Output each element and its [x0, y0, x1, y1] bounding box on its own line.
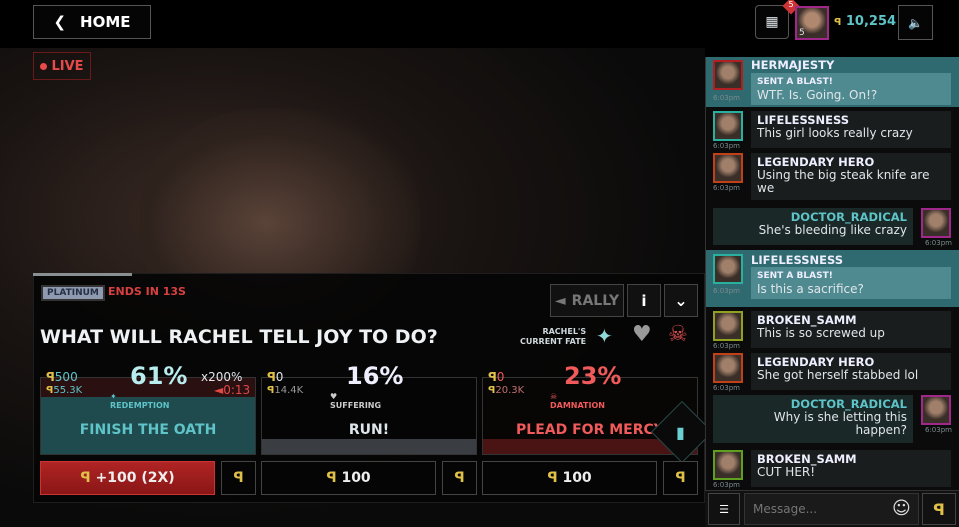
my-bet: ꟼ0 — [267, 370, 284, 384]
collapse-button[interactable]: ⌄ — [664, 284, 698, 317]
bet-button-finish-the-oath[interactable]: ꟼ +100 (2X) — [40, 461, 215, 495]
avatar — [713, 60, 743, 90]
send-coins-button[interactable]: ꟼ — [922, 493, 956, 525]
chat-message: 6:03pm LIFELESSNESS SENT A BLAST! Is this… — [706, 250, 959, 307]
rally-button[interactable]: ◄ RALLY — [550, 284, 624, 317]
skull-icon: ☠ — [668, 322, 688, 347]
skull-icon: ☠ — [550, 392, 558, 401]
my-bet: ꟼ0 — [488, 370, 505, 384]
player-level: 5 — [799, 28, 805, 38]
current-fate-label: RACHEL'S CURRENT FATE — [520, 327, 587, 346]
avatar — [713, 450, 743, 480]
rally-timer: ◄0:13 — [214, 383, 251, 397]
fate-label: ♥ SUFFERING — [330, 392, 382, 410]
chat-message: 6:03pm BROKEN_SAMM This is so screwed up — [706, 311, 959, 351]
chat-bubble-icon: ▮ — [676, 423, 685, 442]
chat-panel[interactable]: 6:03pm HERMAJESTY SENT A BLAST! WTF. Is. … — [705, 57, 959, 527]
poll-timer-bar — [33, 273, 132, 276]
fate-label: ✦ REDEMPTION — [110, 392, 170, 410]
avatar — [921, 208, 951, 238]
home-button[interactable]: ❮ HOME — [33, 5, 151, 39]
chat-message: 6:03pm LEGENDARY HERO Using the big steak… — [706, 153, 959, 201]
option-label: FINISH THE OATH — [79, 422, 217, 438]
chat-message: 6:03pm HERMAJESTY SENT A BLAST! WTF. Is. … — [706, 57, 959, 107]
emoji-icon[interactable]: ☺ — [892, 498, 911, 519]
coin-icon: ꟼ — [834, 17, 842, 28]
megaphone-icon: ◄ — [214, 383, 224, 397]
user-list-button[interactable]: ☰ — [708, 493, 740, 525]
avatar — [713, 254, 743, 284]
bet-button-plead-for-mercy[interactable]: ꟼ 100 — [482, 461, 657, 495]
avatar — [713, 111, 743, 141]
player-avatar[interactable]: 5 — [795, 6, 829, 40]
option-label: RUN! — [348, 422, 390, 438]
poll-countdown: ENDS IN 13S — [108, 285, 186, 298]
info-button[interactable]: i — [627, 284, 661, 317]
coin-icon: ꟼ — [675, 470, 686, 486]
broken-heart-icon: ♥ — [330, 392, 338, 401]
avatar — [713, 153, 743, 183]
chevron-down-icon: ⌄ — [674, 291, 688, 310]
custom-bet-button[interactable]: ꟼ — [221, 461, 256, 495]
custom-bet-button[interactable]: ꟼ — [663, 461, 698, 495]
tier-badge: PLATINUM — [41, 285, 105, 301]
dove-icon: ✦ — [110, 392, 117, 401]
my-bet: ꟼ500 — [46, 370, 78, 384]
live-badge: LIVE — [33, 52, 91, 80]
custom-bet-button[interactable]: ꟼ — [442, 461, 477, 495]
total-bets: ꟼ20.3K — [488, 385, 525, 396]
balance: ꟼ 10,254 — [834, 14, 897, 29]
broken-heart-icon: ♥ — [632, 322, 652, 347]
total-bets: ꟼ14.4K — [267, 385, 304, 396]
fate-label: ☠ DAMNATION — [550, 392, 605, 410]
gift-icon: ▦ — [765, 14, 779, 30]
chat-username: HERMAJESTY — [751, 58, 835, 72]
option-percent: 16% — [346, 362, 404, 390]
user-list-icon: ☰ — [719, 502, 729, 516]
chat-input-bar: ☰ ☺ ꟼ — [705, 490, 959, 527]
sound-button[interactable]: 🔈 — [898, 5, 933, 40]
chat-message: 6:03pm BROKEN_SAMM CUT HER! — [706, 450, 959, 490]
coin-icon: ꟼ — [454, 470, 465, 486]
poll-question: WHAT WILL RACHEL TELL JOY TO DO? — [40, 326, 438, 348]
total-bets: ꟼ55.3K — [46, 385, 83, 396]
avatar — [713, 311, 743, 341]
dove-icon: ✦ — [596, 324, 613, 348]
bet-button-run[interactable]: ꟼ 100 — [261, 461, 436, 495]
chat-message: 6:03pm DOCTOR_RADICAL Why is she letting … — [706, 395, 959, 445]
chat-message: 6:03pm DOCTOR_RADICAL She's bleeding like… — [706, 208, 959, 248]
chat-message: 6:03pm LEGENDARY HERO She got herself sta… — [706, 353, 959, 393]
speaker-icon: 🔈 — [908, 15, 923, 30]
live-dot-icon — [40, 62, 48, 70]
option-percent: 23% — [564, 362, 622, 390]
megaphone-icon: ◄ — [554, 292, 566, 309]
gift-button[interactable]: ▦ — [755, 5, 789, 39]
coin-icon: ꟼ — [233, 470, 244, 486]
option-percent: 61% — [130, 362, 188, 390]
avatar — [713, 353, 743, 383]
coin-icon: ꟼ — [933, 499, 945, 519]
chevron-left-icon: ❮ — [53, 13, 67, 31]
avatar — [921, 395, 951, 425]
chat-message: 6:03pm LIFELESSNESS This girl looks reall… — [706, 111, 959, 151]
